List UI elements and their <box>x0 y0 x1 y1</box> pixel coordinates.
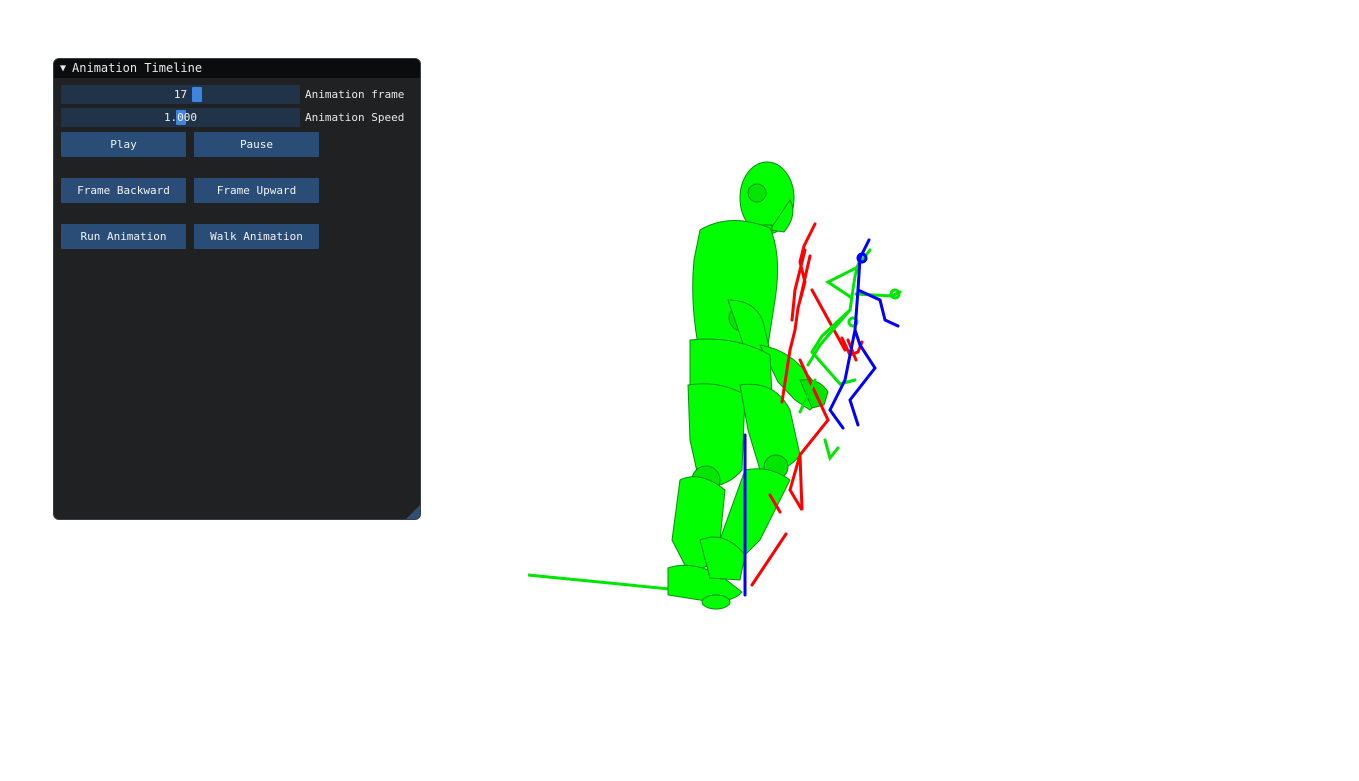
animation-frame-label: Animation frame <box>305 88 405 101</box>
panel-resize-grip[interactable] <box>406 505 420 519</box>
triangle-down-icon[interactable]: ▼ <box>60 59 66 78</box>
run-animation-button[interactable]: Run Animation <box>61 224 186 249</box>
character-mesh <box>667 161 829 610</box>
walk-animation-button[interactable]: Walk Animation <box>194 224 319 249</box>
animation-frame-slider[interactable]: 17 <box>61 85 300 104</box>
animation-speed-value: 1.000 <box>163 111 198 124</box>
animation-frame-value: 17 <box>173 88 188 101</box>
animation-frame-row: 17 Animation frame <box>61 85 404 104</box>
pause-button[interactable]: Pause <box>194 132 319 157</box>
3d-viewport[interactable]: ▼ Animation Timeline 17 Animation frame … <box>0 0 1359 781</box>
panel-title-bar[interactable]: ▼ Animation Timeline <box>54 59 420 78</box>
animation-timeline-panel[interactable]: ▼ Animation Timeline 17 Animation frame … <box>53 58 421 520</box>
frame-upward-button[interactable]: Frame Upward <box>194 178 319 203</box>
frame-backward-button[interactable]: Frame Backward <box>61 178 186 203</box>
panel-title: Animation Timeline <box>72 61 203 75</box>
animation-speed-label: Animation Speed <box>305 111 405 124</box>
animation-speed-row: 1.000 Animation Speed <box>61 108 404 127</box>
play-button[interactable]: Play <box>61 132 186 157</box>
animation-speed-slider[interactable]: 1.000 <box>61 108 300 127</box>
